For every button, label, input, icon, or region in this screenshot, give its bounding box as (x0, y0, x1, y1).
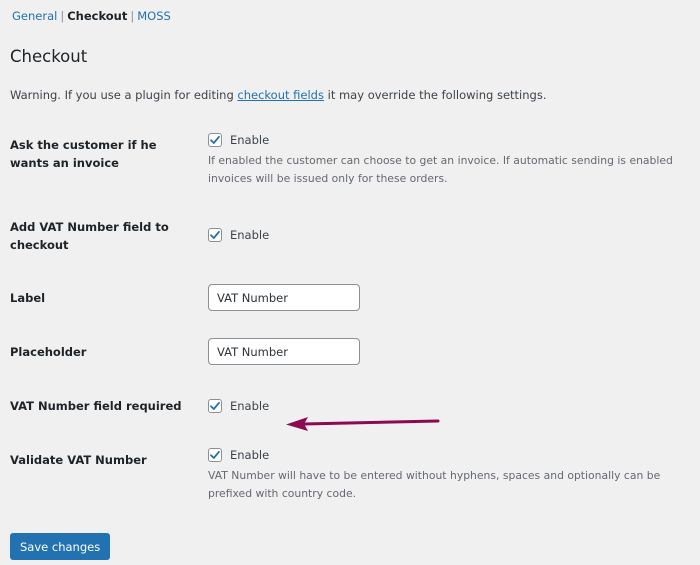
ask-invoice-enable-text: Enable (230, 133, 270, 147)
checkbox-checked[interactable] (208, 448, 222, 462)
annotation-arrow-icon (286, 417, 440, 431)
checkbox-checked[interactable] (208, 399, 222, 413)
checkmark-icon (210, 230, 220, 239)
ask-invoice-description: If enabled the customer can choose to ge… (208, 154, 673, 185)
settings-subnav: General | Checkout | MOSS (12, 9, 171, 23)
checkout-settings-page: General | Checkout | MOSS Checkout Warning. … (0, 0, 700, 565)
field-label-input[interactable] (208, 284, 360, 311)
validate-vat-label: Validate VAT Number (10, 453, 147, 467)
add-vat-field-label: Add VAT Number field to checkout (10, 220, 169, 252)
add-vat-field-checkbox[interactable]: Enable (208, 228, 269, 242)
vat-required-enable-text: Enable (230, 399, 270, 413)
checkmark-icon (210, 450, 220, 459)
warning-text-after: it may override the following settings. (323, 88, 547, 102)
checkbox-checked[interactable] (208, 228, 222, 242)
ask-invoice-label: Ask the customer if he wants an invoice (10, 138, 157, 170)
field-label-label: Label (10, 291, 46, 305)
validate-vat-description: VAT Number will have to be entered witho… (208, 469, 661, 500)
checkbox-checked[interactable] (208, 133, 222, 147)
add-vat-field-enable-text: Enable (230, 228, 270, 242)
warning-text-before: Warning. If you use a plugin for editing (10, 88, 238, 102)
subnav-separator: | (130, 9, 135, 23)
validate-vat-checkbox[interactable]: Enable (208, 448, 269, 462)
field-placeholder-input[interactable] (208, 338, 360, 365)
validate-vat-enable-text: Enable (230, 448, 270, 462)
ask-invoice-checkbox[interactable]: Enable (208, 133, 269, 147)
page-title: Checkout (10, 47, 88, 66)
checkmark-icon (210, 401, 220, 410)
subnav-moss[interactable]: MOSS (137, 9, 171, 23)
warning-text: Warning. If you use a plugin for editing… (10, 88, 547, 102)
checkout-fields-link[interactable]: checkout fields (237, 88, 324, 102)
field-placeholder-label: Placeholder (10, 345, 87, 359)
vat-required-checkbox[interactable]: Enable (208, 399, 269, 413)
checkmark-icon (210, 135, 220, 144)
subnav-checkout[interactable]: Checkout (67, 9, 127, 23)
subnav-separator: | (60, 9, 65, 23)
subnav-general[interactable]: General (12, 9, 57, 23)
vat-required-label: VAT Number field required (10, 399, 182, 413)
save-changes-button[interactable]: Save changes (10, 533, 111, 560)
